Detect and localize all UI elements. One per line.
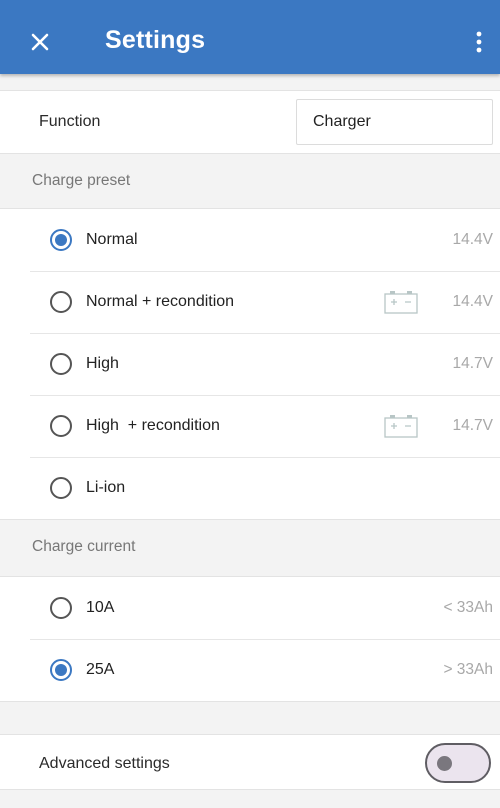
- radio-button[interactable]: [50, 415, 72, 437]
- option-label: High: [86, 355, 119, 372]
- preset-option-li-ion[interactable]: Li-ion: [0, 457, 500, 519]
- charge-preset-header-label: Charge preset: [32, 172, 131, 189]
- option-label: 25A: [86, 661, 115, 678]
- radio-button[interactable]: [50, 291, 72, 313]
- charge-preset-list: Normal 14.4V Normal + recondition 14.4V …: [0, 208, 500, 520]
- preset-option-normal-recondition[interactable]: Normal + recondition 14.4V: [0, 271, 500, 333]
- option-voltage: 14.4V: [452, 231, 493, 248]
- option-voltage: 14.7V: [452, 417, 493, 434]
- radio-button-selected[interactable]: [50, 659, 72, 681]
- preset-option-normal[interactable]: Normal 14.4V: [0, 209, 500, 271]
- option-capacity: < 33Ah: [443, 599, 493, 616]
- radio-button[interactable]: [50, 353, 72, 375]
- close-icon: [31, 33, 49, 51]
- settings-content: Function Charger Charge preset Normal 14…: [0, 74, 500, 808]
- preset-option-high-recondition[interactable]: High + recondition 14.7V: [0, 395, 500, 457]
- page-title: Settings: [105, 26, 206, 54]
- toggle-knob: [437, 756, 452, 771]
- charge-current-header-label: Charge current: [32, 538, 136, 555]
- app-bar: Settings: [0, 0, 500, 74]
- function-row: Function Charger: [0, 90, 500, 154]
- overflow-menu-button[interactable]: [464, 22, 494, 62]
- function-label: Function: [39, 113, 101, 130]
- advanced-settings-row: Advanced settings: [0, 734, 500, 790]
- close-button[interactable]: [20, 22, 60, 62]
- preset-option-high[interactable]: High 14.7V: [0, 333, 500, 395]
- radio-button-selected[interactable]: [50, 229, 72, 251]
- option-label: High + recondition: [86, 417, 220, 434]
- current-option-10a[interactable]: 10A < 33Ah: [0, 577, 500, 639]
- radio-button[interactable]: [50, 477, 72, 499]
- more-vertical-icon: [476, 31, 482, 53]
- advanced-settings-toggle[interactable]: [425, 743, 491, 783]
- option-label: 10A: [86, 599, 115, 616]
- battery-icon: [384, 291, 418, 314]
- charge-current-header: Charge current: [0, 520, 500, 576]
- option-voltage: 14.4V: [452, 293, 493, 310]
- function-select[interactable]: Charger: [296, 99, 493, 145]
- current-option-25a[interactable]: 25A > 33Ah: [0, 639, 500, 701]
- option-voltage: 14.7V: [452, 355, 493, 372]
- charge-current-list: 10A < 33Ah 25A > 33Ah: [0, 576, 500, 702]
- radio-button[interactable]: [50, 597, 72, 619]
- advanced-settings-label: Advanced settings: [39, 755, 170, 772]
- charge-preset-header: Charge preset: [0, 154, 500, 210]
- battery-icon: [384, 415, 418, 438]
- option-label: Normal + recondition: [86, 293, 235, 310]
- option-capacity: > 33Ah: [443, 661, 493, 678]
- option-label: Li-ion: [86, 479, 126, 496]
- option-label: Normal: [86, 231, 138, 248]
